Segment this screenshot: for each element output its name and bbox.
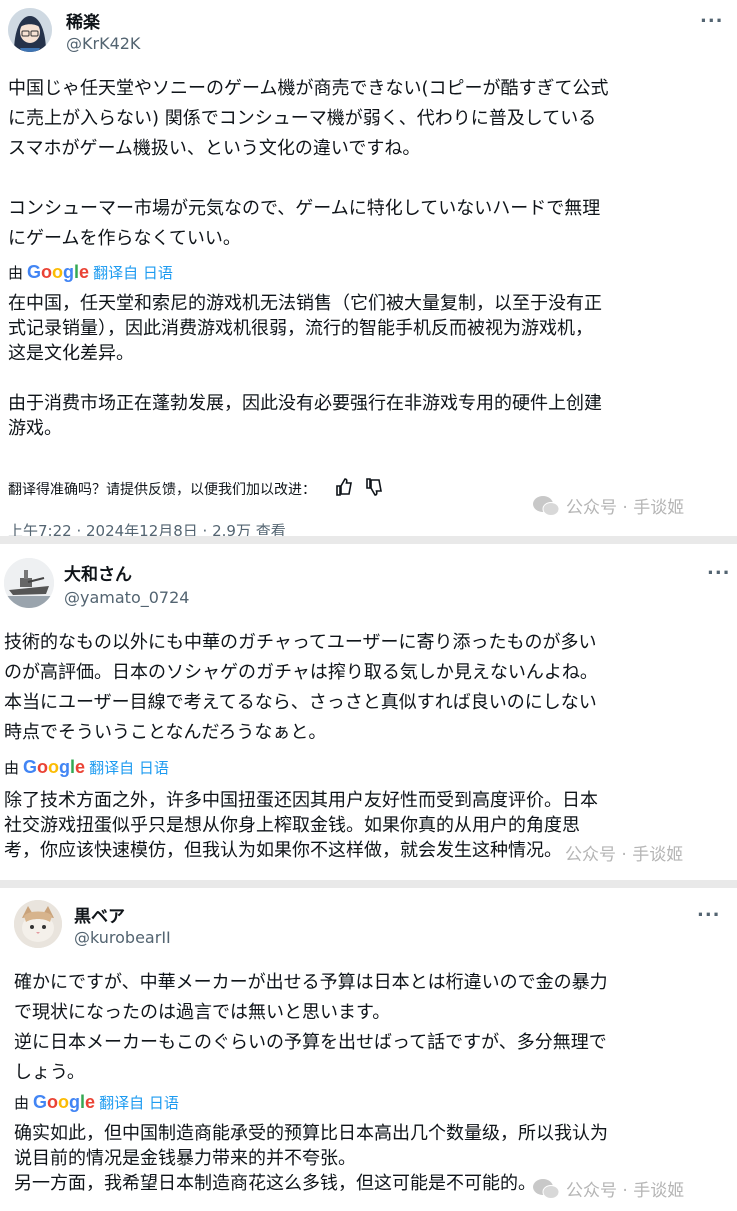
divider: [0, 880, 737, 888]
avatar[interactable]: [4, 558, 54, 608]
original-text: 中国じゃ任天堂やソニーのゲーム機が商売できない(コピーが酷すぎて公式 に売上が入…: [8, 78, 609, 249]
avatar[interactable]: [14, 900, 62, 948]
by-label: 由: [14, 1094, 30, 1112]
more-options-icon[interactable]: ...: [700, 6, 724, 27]
original-text: 技術的なもの以外にも中華のガチャってユーザーに寄り添ったものが多い のが高評価。…: [4, 632, 598, 743]
watermark: 公众号 · 手谈姬: [565, 840, 683, 865]
original-text: 確かにですが、中華メーカーが出せる予算は日本とは桁違いので金の暴力 で現状になっ…: [14, 972, 608, 1083]
translation-attribution: 由 Google 翻译自 日语: [4, 757, 169, 778]
more-options-icon[interactable]: ...: [697, 900, 721, 921]
watermark-text: 公众号 · 手谈姬: [565, 845, 684, 865]
watermark: 公众号 · 手谈姬: [532, 1176, 684, 1201]
feedback-prompt: 翻译得准确吗？请提供反馈，以便我们加以改进：: [8, 482, 316, 498]
by-label: 由: [8, 264, 24, 282]
translated-from-link[interactable]: 翻译自 日语: [99, 1092, 179, 1113]
author-handle[interactable]: @yamato_0724: [64, 588, 189, 607]
author-name[interactable]: 黒ベア: [74, 902, 125, 927]
google-logo: Google: [23, 757, 86, 777]
google-logo: Google: [27, 262, 90, 282]
translation-feedback: 翻译得准确吗？请提供反馈，以便我们加以改进：: [8, 477, 384, 501]
translated-from-link[interactable]: 翻译自 日语: [93, 262, 173, 283]
translation-attribution: 由 Google 翻译自 日语: [14, 1092, 179, 1113]
translation-attribution: 由 Google 翻译自 日语: [8, 262, 173, 283]
thumbs-up-icon[interactable]: [334, 477, 354, 501]
author-name[interactable]: 大和さん: [64, 560, 132, 585]
more-options-icon[interactable]: ...: [707, 558, 731, 579]
avatar-anime-icon: [8, 8, 52, 52]
thumbs-down-icon[interactable]: [364, 477, 384, 501]
author-handle[interactable]: @KrK42K: [66, 34, 140, 53]
translated-from-link[interactable]: 翻译自 日语: [89, 757, 169, 778]
wechat-icon: [533, 1178, 560, 1199]
google-logo: Google: [33, 1092, 96, 1112]
translation-text: 在中国，任天堂和索尼的游戏机无法销售（它们被大量复制，以至于没有正 式记录销量）…: [8, 293, 602, 439]
by-label: 由: [4, 759, 20, 777]
avatar[interactable]: [8, 8, 52, 52]
tweet-card-1: 稀楽 @KrK42K ... 中国じゃ任天堂やソニーのゲーム機が商売できない(コ…: [0, 0, 737, 536]
author-name[interactable]: 稀楽: [66, 8, 100, 33]
wechat-icon: [533, 495, 560, 516]
timestamp-views: 上午7:22 · 2024年12月8日 · 2.9万 查看: [8, 522, 286, 536]
watermark: 公众号 · 手谈姬: [532, 493, 684, 518]
author-handle[interactable]: @kurobearII: [74, 928, 171, 947]
tweet-card-2: 大和さん @yamato_0724 ... 技術的なもの以外にも中華のガチャって…: [0, 544, 737, 880]
watermark-text: 公众号 · 手谈姬: [566, 1181, 685, 1201]
watermark-text: 公众号 · 手谈姬: [566, 498, 685, 518]
battleship-icon: [4, 558, 54, 608]
divider: [0, 536, 737, 544]
cat-icon: [14, 900, 62, 948]
tweet-card-3: 黒ベア @kurobearII ... 確かにですが、中華メーカーが出せる予算は…: [0, 888, 737, 1211]
